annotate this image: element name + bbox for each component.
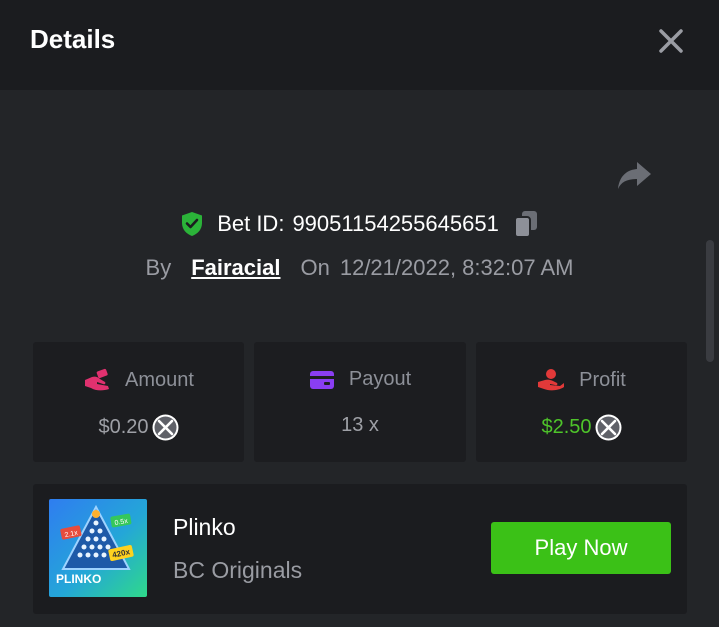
scrollbar[interactable] bbox=[706, 240, 714, 362]
payout-card: Payout 13 x bbox=[254, 342, 466, 462]
amount-card: Amount $0.20 bbox=[33, 342, 244, 462]
shield-check-icon bbox=[182, 212, 203, 236]
profit-label: Profit bbox=[579, 368, 626, 391]
payout-value: 13 x bbox=[341, 414, 379, 436]
share-icon[interactable] bbox=[615, 158, 655, 194]
by-label: By bbox=[145, 255, 172, 280]
game-card: 2.1x 0.5x 420x PLINKO Plinko BC Original… bbox=[33, 484, 687, 614]
bet-datetime: 12/21/2022, 8:32:07 AM bbox=[339, 255, 574, 280]
amount-label: Amount bbox=[125, 368, 194, 391]
modal-title: Details bbox=[30, 24, 116, 54]
game-name[interactable]: Plinko bbox=[173, 514, 236, 541]
card-icon bbox=[309, 370, 334, 389]
xrp-coin-icon bbox=[595, 414, 622, 441]
game-provider: BC Originals bbox=[173, 557, 303, 583]
profit-card: Profit $2.50 bbox=[476, 342, 687, 462]
profit-value: $2.50 bbox=[541, 416, 592, 438]
play-now-button[interactable]: Play Now bbox=[491, 522, 671, 574]
hand-money-icon bbox=[85, 368, 110, 391]
payout-label: Payout bbox=[348, 368, 412, 390]
hand-profit-icon bbox=[538, 369, 565, 391]
on-label: On bbox=[300, 255, 330, 280]
close-icon[interactable] bbox=[656, 26, 686, 56]
copy-icon[interactable] bbox=[513, 209, 539, 239]
author-link[interactable]: Fairacial bbox=[191, 255, 280, 281]
amount-value: $0.20 bbox=[98, 416, 149, 438]
game-thumbnail[interactable]: 2.1x 0.5x 420x PLINKO bbox=[49, 499, 147, 597]
thumb-title: PLINKO bbox=[56, 572, 101, 586]
bet-id-label: Bet ID: bbox=[217, 211, 285, 236]
bet-meta-row: By Fairacial On 12/21/2022, 8:32:07 AM bbox=[0, 253, 719, 283]
bet-id-value: 99051154255645651 bbox=[292, 211, 499, 236]
bet-id-row: Bet ID: 99051154255645651 bbox=[0, 208, 719, 240]
xrp-coin-icon bbox=[152, 414, 179, 441]
modal-header: Details bbox=[0, 0, 719, 90]
